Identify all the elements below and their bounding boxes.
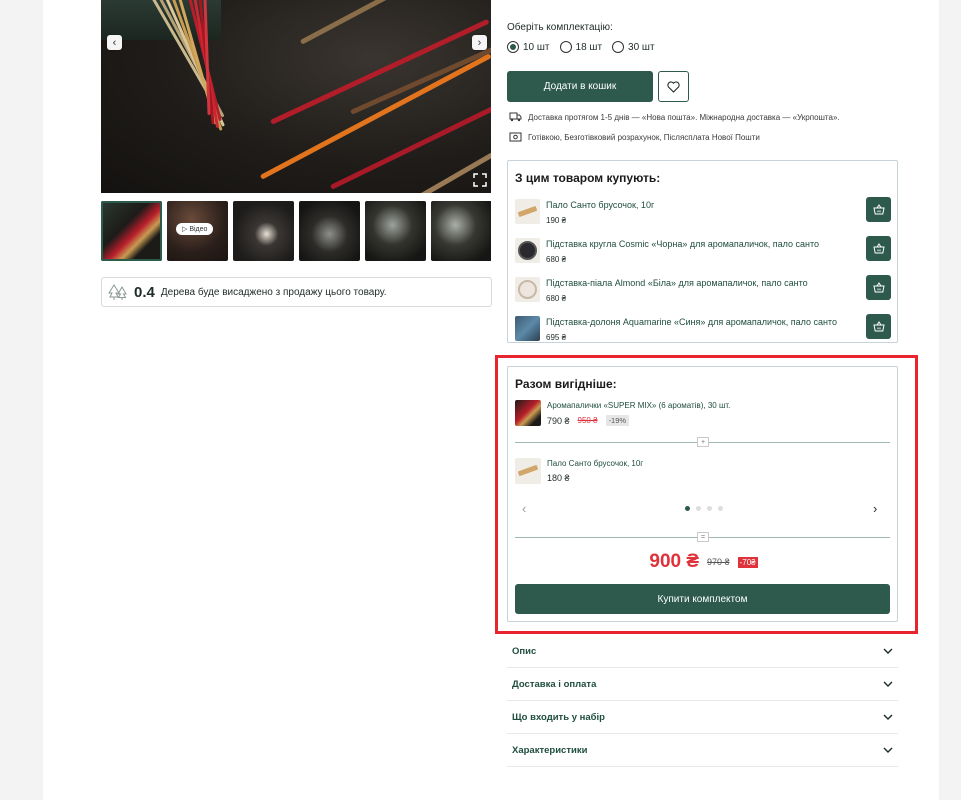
options-group: 10 шт 18 шт 30 шт [507, 41, 655, 53]
bundle-item-price: 180 ₴ [547, 473, 570, 483]
thumbnail[interactable] [431, 201, 491, 261]
related-item-name[interactable]: Підставка кругла Cosmic «Чорна» для аром… [546, 239, 856, 249]
related-item-name[interactable]: Пало Санто брусочок, 10г [546, 200, 856, 210]
chevron-right-icon[interactable]: › [873, 501, 877, 516]
bundle-item-price-row: 180 ₴ [547, 473, 570, 483]
related-item-price: 680 ₴ [546, 294, 567, 303]
pager-dot[interactable] [718, 506, 723, 511]
pager-dot[interactable] [707, 506, 712, 511]
add-to-cart-button[interactable] [866, 314, 891, 339]
accordion-contents[interactable]: Що входить у набір [507, 701, 898, 734]
trees-icon [108, 284, 127, 300]
basket-icon [872, 321, 885, 332]
add-to-cart-button[interactable] [866, 236, 891, 261]
basket-icon [872, 204, 885, 215]
bundle-title: Разом вигідніше: [515, 377, 617, 391]
related-item[interactable]: Підставка-долоня Aquamarine «Синя» для а… [515, 314, 891, 346]
heart-icon [667, 80, 680, 93]
equals-badge: = [697, 532, 709, 542]
accordion-delivery[interactable]: Доставка і оплата [507, 668, 898, 701]
thumbnail[interactable] [101, 201, 162, 261]
add-to-cart-button[interactable]: Додати в кошик [507, 71, 653, 102]
thumbnail[interactable] [233, 201, 294, 261]
product-thumb [515, 458, 541, 484]
related-item-name[interactable]: Підставка-піала Almond «Біла» для аромап… [546, 278, 856, 288]
thumbnail-strip: ▷ Відео [101, 201, 491, 261]
product-thumb [515, 400, 541, 426]
accordion-description[interactable]: Опис [507, 635, 898, 668]
radio-button[interactable] [559, 41, 572, 53]
related-products-panel: З цим товаром купують: Пало Санто брусоч… [507, 160, 898, 343]
radio-button[interactable] [507, 41, 519, 53]
bundle-item[interactable]: Пало Санто брусочок, 10г 180 ₴ [515, 458, 885, 486]
pager-dot[interactable] [696, 506, 701, 511]
product-thumb [515, 199, 540, 224]
chevron-down-icon [883, 648, 893, 654]
pager-dots [685, 506, 723, 511]
chevron-right-icon[interactable]: › [472, 35, 487, 50]
chevron-down-icon [883, 747, 893, 753]
discount-badge: -19% [605, 415, 630, 426]
bundle-total-old-price: 970 ₴ [707, 557, 730, 567]
product-thumb [515, 277, 540, 302]
bundle-item-name[interactable]: Аромапалички «SUPER MIX» (6 ароматів), 3… [547, 401, 730, 410]
tree-count: 0.4 [134, 283, 155, 301]
thumbnail[interactable] [365, 201, 426, 261]
product-thumb [515, 238, 540, 263]
add-to-cart-button[interactable] [866, 275, 891, 300]
truck-icon [509, 112, 522, 122]
expand-icon[interactable] [473, 173, 487, 187]
chevron-down-icon [883, 681, 893, 687]
accordion-characteristics[interactable]: Характеристики [507, 734, 898, 767]
bundle-offer-panel: Разом вигідніше: Аромапалички «SUPER MIX… [507, 366, 898, 622]
option-10[interactable]: 10 шт [507, 41, 550, 53]
thumbnail[interactable] [299, 201, 360, 261]
related-item[interactable]: Пало Санто брусочок, 10г 190 ₴ [515, 197, 891, 229]
plus-badge: + [697, 437, 709, 447]
basket-icon [872, 282, 885, 293]
payment-info: Готівкою, Безготівковий розрахунок, Післ… [509, 132, 760, 142]
bundle-total-price: 900 ₴ [649, 551, 700, 572]
related-item-name[interactable]: Підставка-долоня Aquamarine «Синя» для а… [546, 317, 856, 327]
add-to-cart-button[interactable] [866, 197, 891, 222]
product-thumb [515, 316, 540, 341]
tree-text: Дерева буде висаджено з продажу цього то… [160, 286, 387, 298]
video-label: ▷ Відео [176, 223, 214, 235]
delivery-info: Доставка протягом 1-5 днів — «Нова пошта… [509, 112, 840, 122]
bundle-total-row: 900 ₴ 970 ₴ -70₴ [508, 551, 899, 573]
product-main-image[interactable]: ‹ › [101, 0, 491, 193]
buy-bundle-button[interactable]: Купити комплектом [515, 584, 890, 614]
chevron-down-icon [883, 714, 893, 720]
related-item-price: 190 ₴ [546, 216, 567, 225]
bundle-item[interactable]: Аромапалички «SUPER MIX» (6 ароматів), 3… [515, 400, 885, 428]
radio-button[interactable] [612, 41, 625, 53]
related-title: З цим товаром купують: [515, 171, 661, 185]
related-item[interactable]: Підставка кругла Cosmic «Чорна» для аром… [515, 236, 891, 268]
bundle-item-price-row: 790 ₴ 950 ₴ -19% [547, 415, 630, 426]
related-item-price: 695 ₴ [546, 333, 567, 342]
bundle-item-name[interactable]: Пало Санто брусочок, 10г [547, 459, 643, 468]
options-label: Оберіть комплектацію: [507, 22, 613, 33]
cash-icon [509, 132, 522, 142]
wishlist-button[interactable] [658, 71, 689, 102]
tree-planting-info: 0.4 Дерева буде висаджено з продажу цьог… [101, 277, 492, 307]
bundle-discount-badge: -70₴ [737, 556, 758, 568]
bundle-item-price: 790 ₴ [547, 415, 570, 426]
chevron-left-icon[interactable]: ‹ [522, 501, 526, 516]
related-item[interactable]: Підставка-піала Almond «Біла» для аромап… [515, 275, 891, 307]
bundle-item-old-price: 950 ₴ [577, 416, 598, 425]
related-item-price: 680 ₴ [546, 255, 567, 264]
thumbnail-video[interactable]: ▷ Відео [167, 201, 228, 261]
pager-dot[interactable] [685, 506, 690, 511]
option-18[interactable]: 18 шт [559, 41, 602, 53]
option-30[interactable]: 30 шт [612, 41, 655, 53]
chevron-left-icon[interactable]: ‹ [107, 35, 122, 50]
basket-icon [872, 243, 885, 254]
